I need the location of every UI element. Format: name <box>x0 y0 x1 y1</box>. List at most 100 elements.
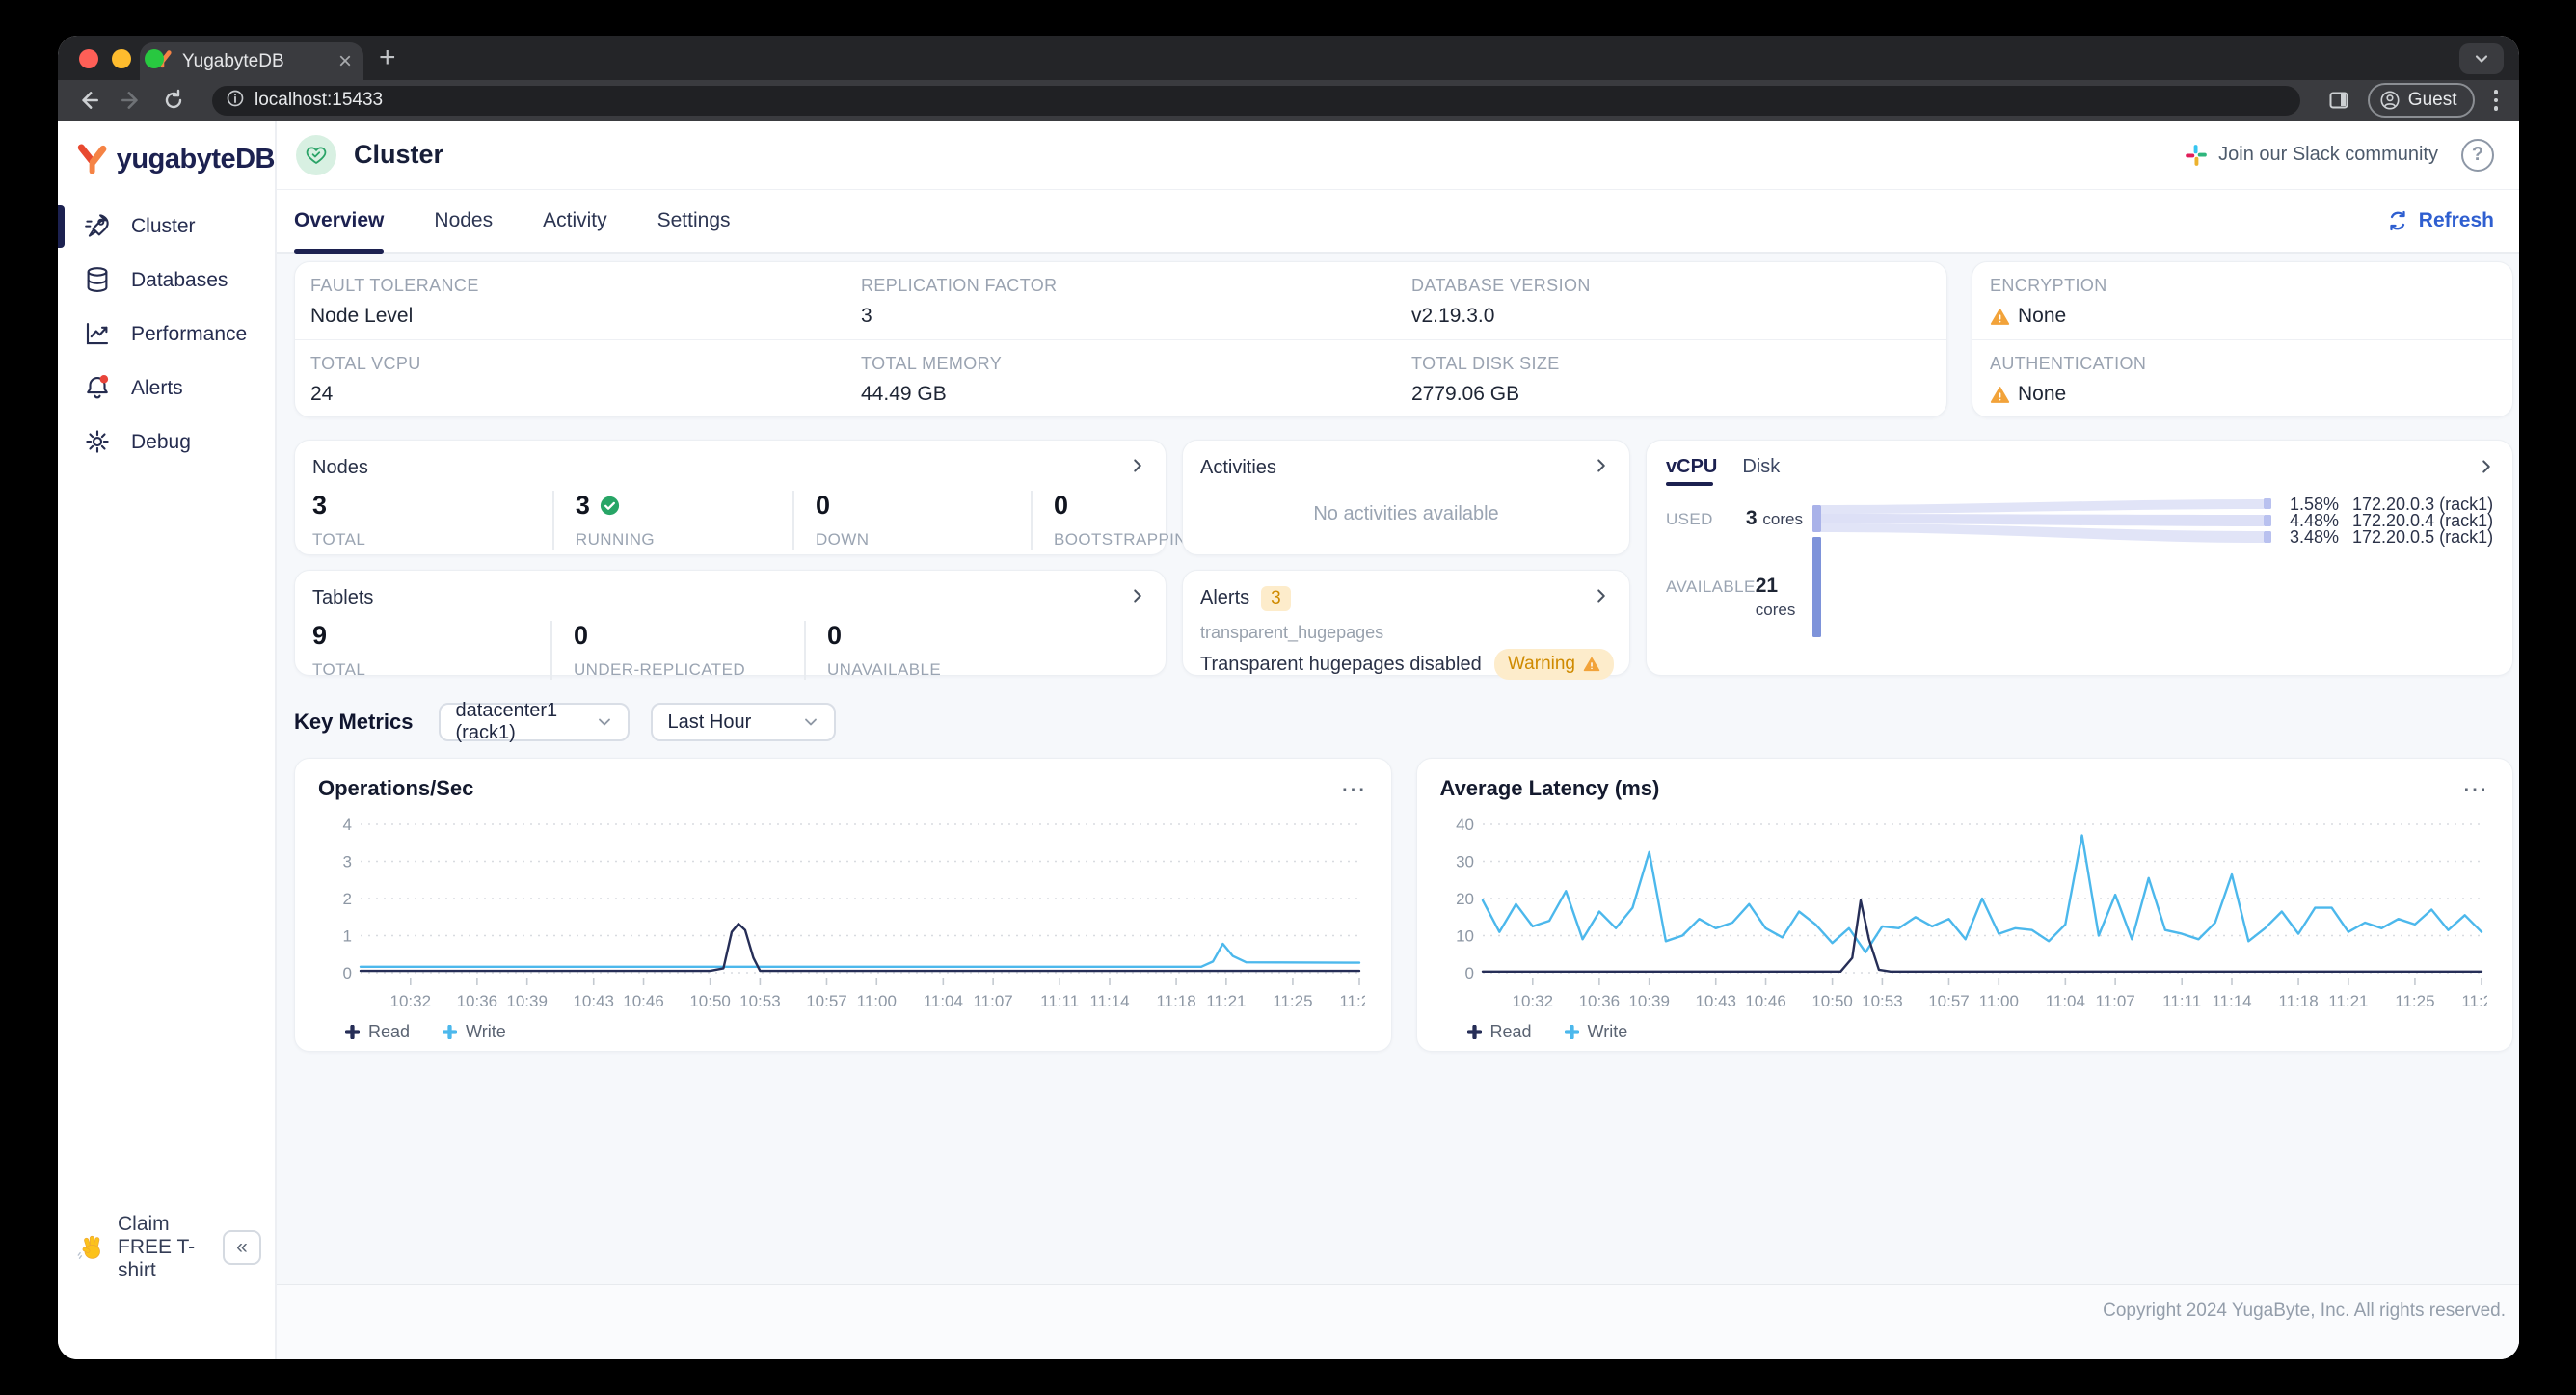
browser-menu-icon[interactable] <box>2490 90 2503 111</box>
claim-tshirt-row[interactable]: Claim FREE T-shirt « <box>77 1213 261 1282</box>
svg-text:10:43: 10:43 <box>573 992 614 1010</box>
svg-text:10:32: 10:32 <box>390 992 432 1010</box>
activities-panel-title: Activities <box>1200 457 1276 478</box>
sidebar-item-databases[interactable]: Databases <box>58 254 275 308</box>
alerts-chevron-icon[interactable] <box>1591 585 1612 611</box>
window-minimize-button[interactable] <box>112 49 131 68</box>
svg-text:10:50: 10:50 <box>1811 992 1853 1010</box>
svg-text:11:25: 11:25 <box>1273 992 1312 1010</box>
claim-tshirt-label: Claim FREE T-shirt <box>118 1213 196 1281</box>
window-zoom-button[interactable] <box>145 49 164 68</box>
sidebar-item-performance[interactable]: Performance <box>58 308 275 362</box>
stat-value: 24 <box>310 383 334 405</box>
running-check-icon <box>600 496 620 516</box>
browser-window: YugabyteDB × + localhost:15433 Guest yug… <box>58 36 2519 1359</box>
browser-tabstrip: YugabyteDB × + <box>58 36 2519 80</box>
gear-icon <box>83 427 114 458</box>
sidebar-item-debug[interactable]: Debug <box>58 416 275 469</box>
tablets-chevron-icon[interactable] <box>1127 585 1148 611</box>
tab-nodes[interactable]: Nodes <box>434 190 493 252</box>
warning-triangle-icon <box>1583 657 1600 672</box>
join-slack-link[interactable]: Join our Slack community <box>2184 143 2438 168</box>
operations-chart-card: Operations/Sec ⋯ 0 1 2 3 4 10:32 10:36 10:39 10:43… <box>294 758 1392 1052</box>
sidebar-collapse-button[interactable]: « <box>223 1230 261 1265</box>
legend-item-read[interactable]: Read <box>1466 1022 1532 1042</box>
desktop-background: YugabyteDB × + localhost:15433 Guest yug… <box>0 0 2576 1395</box>
traffic-lights <box>79 49 164 68</box>
svg-text:4: 4 <box>343 816 352 834</box>
svg-text:10:36: 10:36 <box>1578 992 1620 1010</box>
stat-number: 0 <box>574 621 589 650</box>
alerts-count-badge: 3 <box>1261 585 1291 611</box>
legend-item-write[interactable]: Write <box>1564 1022 1627 1042</box>
sidebar-item-label: Debug <box>131 431 191 453</box>
usage-tab-vcpu[interactable]: vCPU <box>1666 456 1717 486</box>
activities-panel: Activities No activities available <box>1182 440 1630 555</box>
usage-tab-disk[interactable]: Disk <box>1742 456 1780 486</box>
legend-marker <box>443 1025 458 1039</box>
page-title: Cluster <box>354 140 444 169</box>
url-bar[interactable]: localhost:15433 <box>212 85 2300 116</box>
stat-caption: BOOTSTRAPPING <box>1054 530 1200 549</box>
browser-toolbar: localhost:15433 Guest <box>58 80 2519 121</box>
region-select[interactable]: datacenter1 (rack1) <box>438 700 630 743</box>
activities-empty-text: No activities available <box>1313 502 1499 524</box>
side-panel-icon[interactable] <box>2325 87 2352 114</box>
refresh-button[interactable]: Refresh <box>2386 190 2494 252</box>
window-close-button[interactable] <box>79 49 98 68</box>
legend-marker <box>345 1025 360 1039</box>
legend-item-read[interactable]: Read <box>345 1022 410 1042</box>
tab-activity[interactable]: Activity <box>543 190 607 252</box>
alert-name[interactable]: transparent_hugepages <box>1183 611 1629 643</box>
yugabytedb-logo[interactable]: yugabyteDB <box>58 121 276 200</box>
forward-button[interactable] <box>118 87 145 114</box>
nodes-chevron-icon[interactable] <box>1127 455 1148 481</box>
svg-text:0: 0 <box>1464 964 1473 982</box>
sidebar-item-alerts[interactable]: Alerts <box>58 362 275 416</box>
svg-text:11:14: 11:14 <box>1089 992 1129 1010</box>
performance-icon <box>83 319 114 350</box>
site-info-icon[interactable] <box>226 89 245 113</box>
activities-chevron-icon[interactable] <box>1591 455 1612 481</box>
usage-tabs: vCPU Disk <box>1647 441 2512 486</box>
back-button[interactable] <box>75 87 102 114</box>
svg-text:11:18: 11:18 <box>2278 992 2318 1010</box>
cluster-health-icon <box>296 134 336 175</box>
legend-marker <box>1466 1025 1482 1039</box>
stat-caption: UNDER-REPLICATED <box>574 660 745 679</box>
legend-item-write[interactable]: Write <box>443 1022 506 1042</box>
stat-cell: DATABASE VERSION v2.19.3.0 <box>1396 262 1946 339</box>
security-cell: AUTHENTICATION None <box>1972 339 2512 416</box>
svg-text:11:25: 11:25 <box>2395 992 2434 1010</box>
join-slack-label: Join our Slack community <box>2218 144 2438 165</box>
stat-label: ENCRYPTION <box>1990 276 2107 295</box>
stat-value: None <box>1990 383 2512 406</box>
chart-plot: 0 1 2 3 4 10:32 10:36 10:39 10:43 10:46 10:50 10:53… <box>343 816 1380 1010</box>
svg-text:11:07: 11:07 <box>973 992 1012 1010</box>
tab-overview[interactable]: Overview <box>294 190 385 254</box>
sidebar-item-cluster[interactable]: Cluster <box>58 200 275 254</box>
stat-label: TOTAL DISK SIZE <box>1411 354 1560 373</box>
stat-value: 3 <box>861 305 872 327</box>
usage-chevron-icon[interactable] <box>2476 456 2497 482</box>
page-header: Cluster Join our Slack community ? <box>277 121 2519 190</box>
chart-legend: Read Write <box>1440 1022 2490 1042</box>
stat-number: 0 <box>827 621 843 650</box>
page-content: FAULT TOLERANCE Node Level REPLICATION FAC… <box>277 254 2519 1284</box>
stat-caption: UNAVAILABLE <box>827 660 942 679</box>
chart-plot: 0 10 20 30 40 10:32 10:36 10:39 10:43 10:46 10:50 1… <box>1456 816 2502 1010</box>
tab-settings[interactable]: Settings <box>657 190 731 252</box>
tab-close-icon[interactable]: × <box>338 49 352 73</box>
chart-menu-icon[interactable]: ⋯ <box>1341 776 1368 801</box>
page-tab-row: Overview Nodes Activity Settings Refresh <box>277 190 2519 254</box>
chart-menu-icon[interactable]: ⋯ <box>2462 776 2489 801</box>
time-range-select[interactable]: Last Hour <box>650 703 836 741</box>
browser-tab[interactable]: YugabyteDB × <box>140 42 363 80</box>
stat-caption: DOWN <box>815 530 870 549</box>
reload-button[interactable] <box>160 87 187 114</box>
help-button[interactable]: ? <box>2461 138 2494 172</box>
profile-button[interactable]: Guest <box>2367 83 2475 118</box>
nodes-stat-down: 0 DOWN <box>792 491 1031 550</box>
new-tab-button[interactable]: + <box>379 39 396 76</box>
tab-search-chevron-button[interactable] <box>2459 43 2504 74</box>
